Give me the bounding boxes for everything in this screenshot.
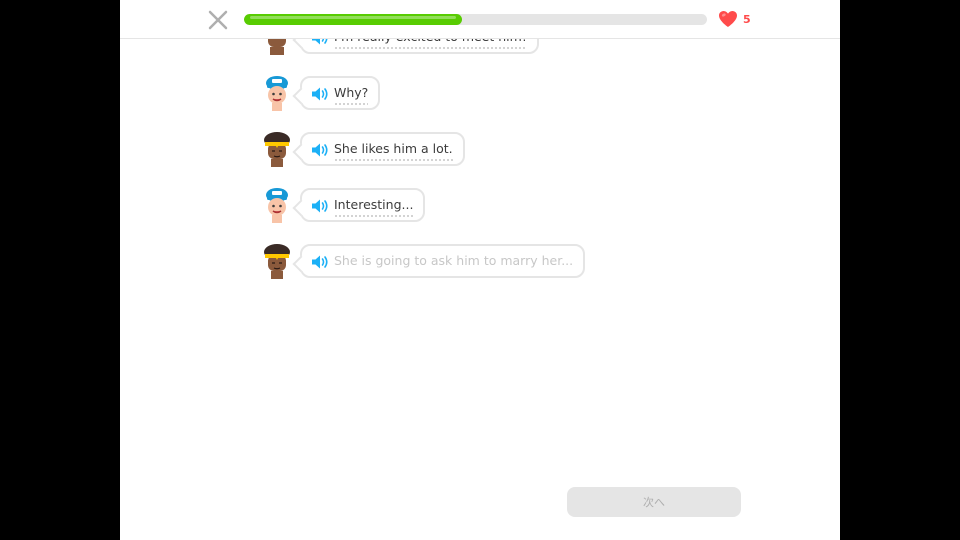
message-text[interactable]: Why? [334, 85, 369, 105]
man-avatar-icon [266, 188, 288, 223]
heart-icon [719, 11, 737, 27]
speaker-icon[interactable] [311, 142, 329, 158]
message-text[interactable]: She is going to ask him to marry her... [334, 253, 573, 269]
message-bubble: Why? [300, 76, 381, 110]
lesson-screen: 5 I'm really excited to meet him! [120, 0, 840, 540]
speaker-icon[interactable] [311, 254, 329, 270]
message-text[interactable]: She likes him a lot. [334, 141, 453, 161]
hearts-count: 5 [743, 13, 751, 26]
progress-bar-fill [244, 14, 462, 25]
lesson-header: 5 [120, 0, 840, 39]
close-icon[interactable] [206, 8, 230, 32]
message-bubble: She likes him a lot. [300, 132, 465, 166]
conversation: I'm really excited to meet him! [262, 0, 762, 300]
message-bubble: She is going to ask him to marry her... [300, 244, 586, 278]
message-text[interactable]: Interesting... [334, 197, 414, 217]
progress-bar [244, 14, 707, 25]
man-avatar-icon [266, 76, 288, 111]
message-bubble: Interesting... [300, 188, 426, 222]
speaker-icon[interactable] [311, 198, 329, 214]
speaker-icon[interactable] [311, 86, 329, 102]
woman-avatar-icon [264, 132, 290, 167]
woman-avatar-icon [264, 244, 290, 279]
continue-button[interactable]: 次へ [567, 487, 741, 517]
